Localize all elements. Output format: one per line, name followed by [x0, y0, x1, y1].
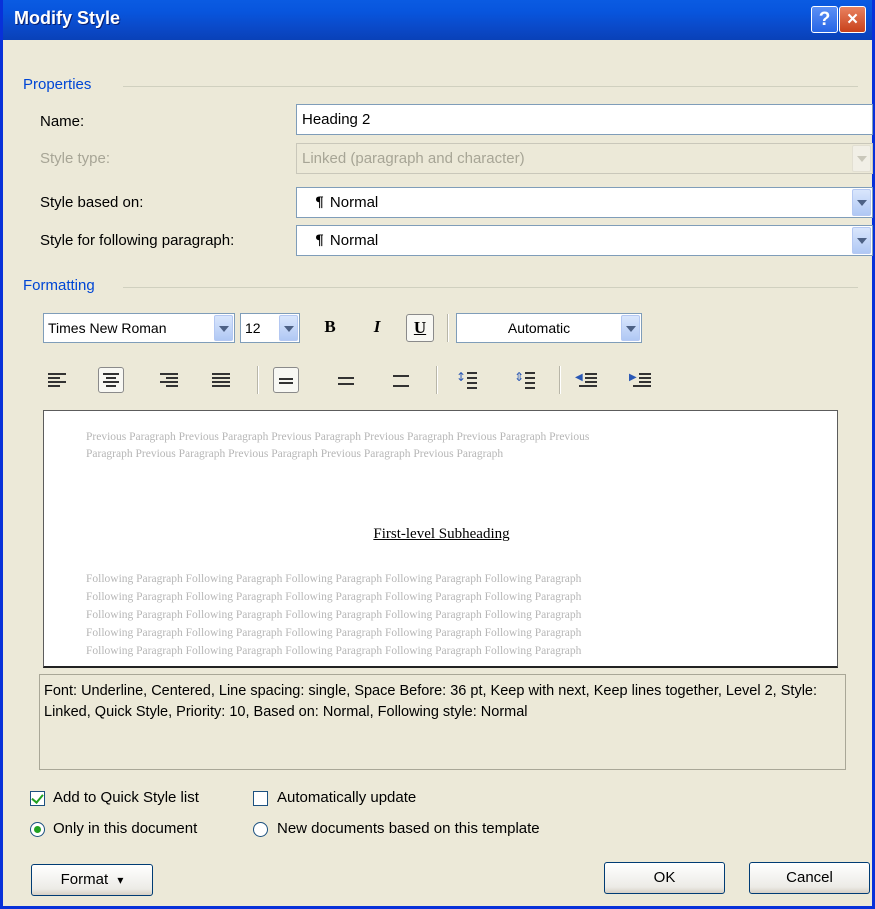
- previous-paragraph-line: Paragraph Previous Paragraph Previous Pa…: [86, 448, 504, 460]
- add-quick-style-checkbox[interactable]: [30, 791, 45, 806]
- style-based-on-select[interactable]: ¶ Normal: [296, 187, 873, 218]
- single-spacing-icon[interactable]: [273, 367, 299, 393]
- title-bar[interactable]: Modify Style ? ×: [3, 0, 872, 40]
- style-description: Font: Underline, Centered, Line spacing:…: [39, 674, 846, 770]
- properties-divider: [123, 86, 858, 87]
- window-title: Modify Style: [14, 8, 121, 28]
- dropdown-arrow-icon: ▾: [117, 873, 124, 887]
- modify-style-dialog: Modify Style ? × Properties Name: Headin…: [0, 0, 875, 909]
- chevron-down-icon[interactable]: [621, 315, 640, 341]
- paragraph-style-icon: ¶: [315, 233, 324, 249]
- style-based-on-label: Style based on:: [40, 194, 144, 211]
- formatting-section-label: Formatting: [23, 277, 95, 294]
- underline-button[interactable]: U: [406, 314, 434, 342]
- align-right-icon[interactable]: [155, 368, 181, 394]
- auto-update-label[interactable]: Automatically update: [277, 789, 416, 806]
- format-button[interactable]: Format ▾: [31, 864, 153, 896]
- justify-icon[interactable]: [209, 368, 235, 394]
- style-type-value: Linked (paragraph and character): [302, 150, 525, 167]
- chevron-down-icon[interactable]: [852, 227, 871, 254]
- name-label: Name:: [40, 113, 85, 130]
- name-field[interactable]: Heading 2: [296, 104, 873, 135]
- help-icon[interactable]: ?: [811, 6, 838, 33]
- following-paragraph-line: Following Paragraph Following Paragraph …: [86, 591, 582, 603]
- increase-space-before-icon[interactable]: ↕: [455, 368, 481, 394]
- ok-button[interactable]: OK: [604, 862, 725, 894]
- following-paragraph-line: Following Paragraph Following Paragraph …: [86, 627, 582, 639]
- toolbar-separator: [257, 366, 259, 394]
- font-name-value: Times New Roman: [48, 320, 167, 336]
- chevron-down-icon[interactable]: [279, 315, 298, 341]
- font-color-value: Automatic: [507, 320, 571, 336]
- chevron-down-icon[interactable]: [852, 189, 871, 216]
- style-preview-pane: Previous Paragraph Previous Paragraph Pr…: [43, 410, 838, 668]
- paragraph-style-icon: ¶: [315, 195, 324, 211]
- font-color-select[interactable]: Automatic: [456, 313, 642, 343]
- following-style-value: Normal: [329, 232, 379, 249]
- italic-button[interactable]: I: [363, 314, 391, 342]
- chevron-down-icon[interactable]: [214, 315, 233, 341]
- style-based-on-value: Normal: [329, 194, 379, 211]
- style-type-select: Linked (paragraph and character): [296, 143, 873, 174]
- decrease-space-before-icon[interactable]: ⇕: [513, 368, 539, 394]
- increase-indent-icon[interactable]: ▶: [629, 368, 655, 394]
- properties-section-label: Properties: [23, 76, 92, 93]
- font-name-select[interactable]: Times New Roman: [43, 313, 235, 343]
- following-paragraph-line: Following Paragraph Following Paragraph …: [86, 609, 582, 621]
- following-paragraph-line: Following Paragraph Following Paragraph …: [86, 573, 582, 585]
- align-left-icon[interactable]: [45, 368, 71, 394]
- double-spacing-icon[interactable]: [388, 368, 414, 394]
- style-type-label: Style type:: [40, 150, 111, 167]
- align-center-icon[interactable]: [98, 367, 124, 393]
- format-button-label: Format: [60, 871, 109, 888]
- toolbar-separator: [559, 366, 561, 394]
- only-this-document-label[interactable]: Only in this document: [53, 820, 197, 837]
- following-paragraph-line: Following Paragraph Following Paragraph …: [86, 645, 582, 657]
- following-style-select[interactable]: ¶ Normal: [296, 225, 873, 256]
- auto-update-checkbox[interactable]: [253, 791, 268, 806]
- toolbar-separator: [447, 314, 449, 342]
- chevron-down-icon: [852, 145, 871, 172]
- formatting-divider: [123, 287, 858, 288]
- following-style-label: Style for following paragraph:: [40, 232, 235, 249]
- add-quick-style-label[interactable]: Add to Quick Style list: [53, 789, 199, 806]
- sample-heading-text: First-level Subheading: [373, 526, 510, 542]
- decrease-indent-icon[interactable]: ◀: [575, 368, 601, 394]
- font-size-value: 12: [245, 320, 261, 336]
- new-documents-label[interactable]: New documents based on this template: [277, 820, 540, 837]
- font-size-select[interactable]: 12: [240, 313, 300, 343]
- one-and-half-spacing-icon[interactable]: [333, 368, 359, 394]
- close-icon[interactable]: ×: [839, 6, 866, 33]
- toolbar-separator: [436, 366, 438, 394]
- new-documents-radio[interactable]: [253, 822, 268, 837]
- previous-paragraph-line: Previous Paragraph Previous Paragraph Pr…: [86, 431, 590, 443]
- only-this-document-radio[interactable]: [30, 822, 45, 837]
- bold-button[interactable]: B: [316, 314, 344, 342]
- cancel-button[interactable]: Cancel: [749, 862, 870, 894]
